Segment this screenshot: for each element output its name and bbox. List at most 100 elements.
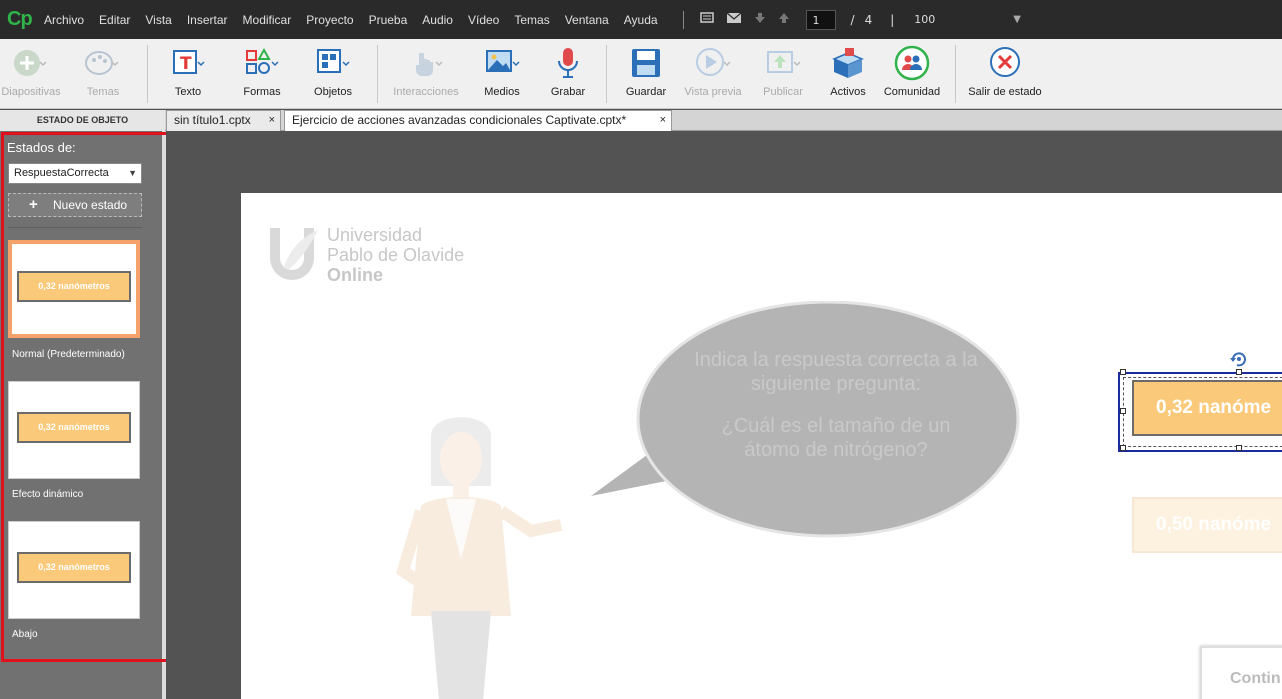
university-logo-icon bbox=[270, 228, 318, 280]
arrow-up-icon[interactable] bbox=[778, 12, 790, 27]
menu-insertar[interactable]: Insertar bbox=[187, 13, 228, 27]
tab-ejercicio-label: Ejercicio de acciones avanzadas condicio… bbox=[292, 113, 627, 127]
diapositivas-label: Diapositivas bbox=[1, 86, 61, 98]
mail-icon[interactable] bbox=[726, 12, 742, 27]
continue-button[interactable]: Contin bbox=[1200, 646, 1282, 699]
logo-line-online: Online bbox=[327, 265, 384, 285]
salir-de-estado-button[interactable]: Salir de estado bbox=[962, 39, 1048, 109]
menu-modificar[interactable]: Modificar bbox=[243, 13, 292, 27]
add-slide-icon bbox=[13, 45, 49, 81]
highlight-frame bbox=[1, 132, 173, 662]
selection-inner-outline bbox=[1123, 377, 1282, 447]
toolbar-divider bbox=[955, 45, 956, 103]
close-circle-icon bbox=[987, 45, 1023, 81]
menu-bar: Cp Archivo Editar Vista Insertar Modific… bbox=[0, 0, 1282, 39]
grabar-label: Grabar bbox=[550, 86, 586, 98]
texto-label: Texto bbox=[174, 86, 202, 98]
zoom-level[interactable]: 100 bbox=[914, 13, 935, 26]
activos-button[interactable]: Activos bbox=[822, 39, 874, 109]
presenter-character bbox=[395, 417, 563, 699]
menu-ayuda[interactable]: Ayuda bbox=[624, 13, 658, 27]
formas-button[interactable]: Formas bbox=[232, 39, 292, 109]
interacciones-label: Interacciones bbox=[393, 86, 459, 98]
tab-ejercicio[interactable]: Ejercicio de acciones avanzadas condicio… bbox=[284, 110, 672, 131]
answer-button-second[interactable]: 0,50 nanóme bbox=[1132, 497, 1282, 553]
objetos-button[interactable]: Objetos bbox=[304, 39, 362, 109]
publicar-button[interactable]: Publicar bbox=[754, 39, 812, 109]
page-slash: / bbox=[850, 12, 855, 27]
tab-row: ESTADO DE OBJETO sin título1.cptx × Ejer… bbox=[0, 110, 1282, 131]
tab-sin-titulo-label: sin título1.cptx bbox=[174, 113, 251, 127]
svg-text:T: T bbox=[180, 54, 192, 74]
object-state-panel-title: ESTADO DE OBJETO bbox=[0, 110, 165, 131]
page-number-input[interactable]: 1 bbox=[805, 9, 836, 30]
guardar-button[interactable]: Guardar bbox=[618, 39, 674, 109]
hand-pointer-icon bbox=[408, 45, 444, 81]
resize-handle[interactable] bbox=[1120, 408, 1126, 414]
comunidad-button[interactable]: Comunidad bbox=[880, 39, 944, 109]
menu-prueba[interactable]: Prueba bbox=[369, 13, 408, 27]
menu-vista[interactable]: Vista bbox=[145, 13, 171, 27]
temas-label: Temas bbox=[86, 86, 120, 98]
rotate-icon[interactable] bbox=[1229, 350, 1249, 368]
menu-video[interactable]: Vídeo bbox=[468, 13, 499, 27]
activos-label: Activos bbox=[830, 86, 866, 98]
save-icon bbox=[628, 45, 664, 81]
menu-ventana[interactable]: Ventana bbox=[565, 13, 609, 27]
toolbar-divider bbox=[377, 45, 378, 103]
image-icon bbox=[484, 45, 520, 81]
page-total: 4 bbox=[864, 12, 873, 27]
temas-button[interactable]: Temas bbox=[72, 39, 134, 109]
logo-line-universidad: Universidad bbox=[327, 225, 423, 245]
interacciones-button[interactable]: Interacciones bbox=[387, 39, 465, 109]
grabar-button[interactable]: Grabar bbox=[542, 39, 594, 109]
tab-sin-titulo[interactable]: sin título1.cptx × bbox=[166, 110, 281, 131]
arrow-down-icon[interactable] bbox=[754, 12, 766, 27]
resize-handle[interactable] bbox=[1120, 369, 1126, 375]
question-text: Indica la respuesta correcta a la siguie… bbox=[691, 348, 981, 462]
university-logo-text: Universidad Pablo de Olavide Online bbox=[327, 225, 464, 285]
menu-temas[interactable]: Temas bbox=[514, 13, 549, 27]
guardar-label: Guardar bbox=[625, 86, 667, 98]
menu-editar[interactable]: Editar bbox=[99, 13, 130, 27]
question-main: ¿Cuál es el tamaño de un átomo de nitróg… bbox=[721, 415, 951, 461]
close-icon[interactable]: × bbox=[660, 111, 666, 130]
main-menu: Archivo Editar Vista Insertar Modificar … bbox=[44, 13, 673, 27]
publish-icon bbox=[765, 45, 801, 81]
diapositivas-button[interactable]: Diapositivas bbox=[0, 39, 62, 109]
toolbar-divider bbox=[606, 45, 607, 103]
shapes-icon bbox=[244, 45, 280, 81]
play-icon bbox=[695, 45, 731, 81]
menu-archivo[interactable]: Archivo bbox=[44, 13, 84, 27]
resize-handle[interactable] bbox=[1236, 369, 1242, 375]
menu-audio[interactable]: Audio bbox=[422, 13, 453, 27]
slide-canvas[interactable]: Universidad Pablo de Olavide Online Indi… bbox=[241, 193, 1282, 699]
formas-label: Formas bbox=[243, 86, 281, 98]
comunidad-label: Comunidad bbox=[883, 86, 941, 98]
objects-icon bbox=[315, 45, 351, 81]
assets-box-icon bbox=[830, 45, 866, 81]
texto-button[interactable]: T Texto bbox=[160, 39, 216, 109]
medios-button[interactable]: Medios bbox=[474, 39, 530, 109]
vista-previa-label: Vista previa bbox=[684, 86, 742, 98]
main-toolbar: Diapositivas Temas T Texto Formas Objeto… bbox=[0, 39, 1282, 109]
continue-label: Contin bbox=[1230, 670, 1281, 687]
vista-previa-button[interactable]: Vista previa bbox=[682, 39, 744, 109]
text-icon: T bbox=[170, 45, 206, 81]
captivate-logo: Cp bbox=[7, 8, 33, 30]
question-intro: Indica la respuesta correcta a la siguie… bbox=[694, 349, 978, 395]
comments-icon[interactable] bbox=[699, 12, 714, 27]
zoom-dropdown-icon[interactable]: ▼ bbox=[1013, 14, 1021, 25]
close-icon[interactable]: × bbox=[269, 111, 275, 130]
palette-icon bbox=[85, 45, 121, 81]
resize-handle[interactable] bbox=[1120, 445, 1126, 451]
objetos-label: Objetos bbox=[314, 86, 352, 98]
medios-label: Medios bbox=[484, 86, 520, 98]
community-icon bbox=[894, 45, 930, 81]
stage: Universidad Pablo de Olavide Online Indi… bbox=[166, 131, 1282, 699]
menu-proyecto[interactable]: Proyecto bbox=[306, 13, 353, 27]
resize-handle[interactable] bbox=[1236, 445, 1242, 451]
publicar-label: Publicar bbox=[763, 86, 803, 98]
logo-line-pablo: Pablo de Olavide bbox=[327, 245, 465, 265]
microphone-icon bbox=[550, 45, 586, 81]
